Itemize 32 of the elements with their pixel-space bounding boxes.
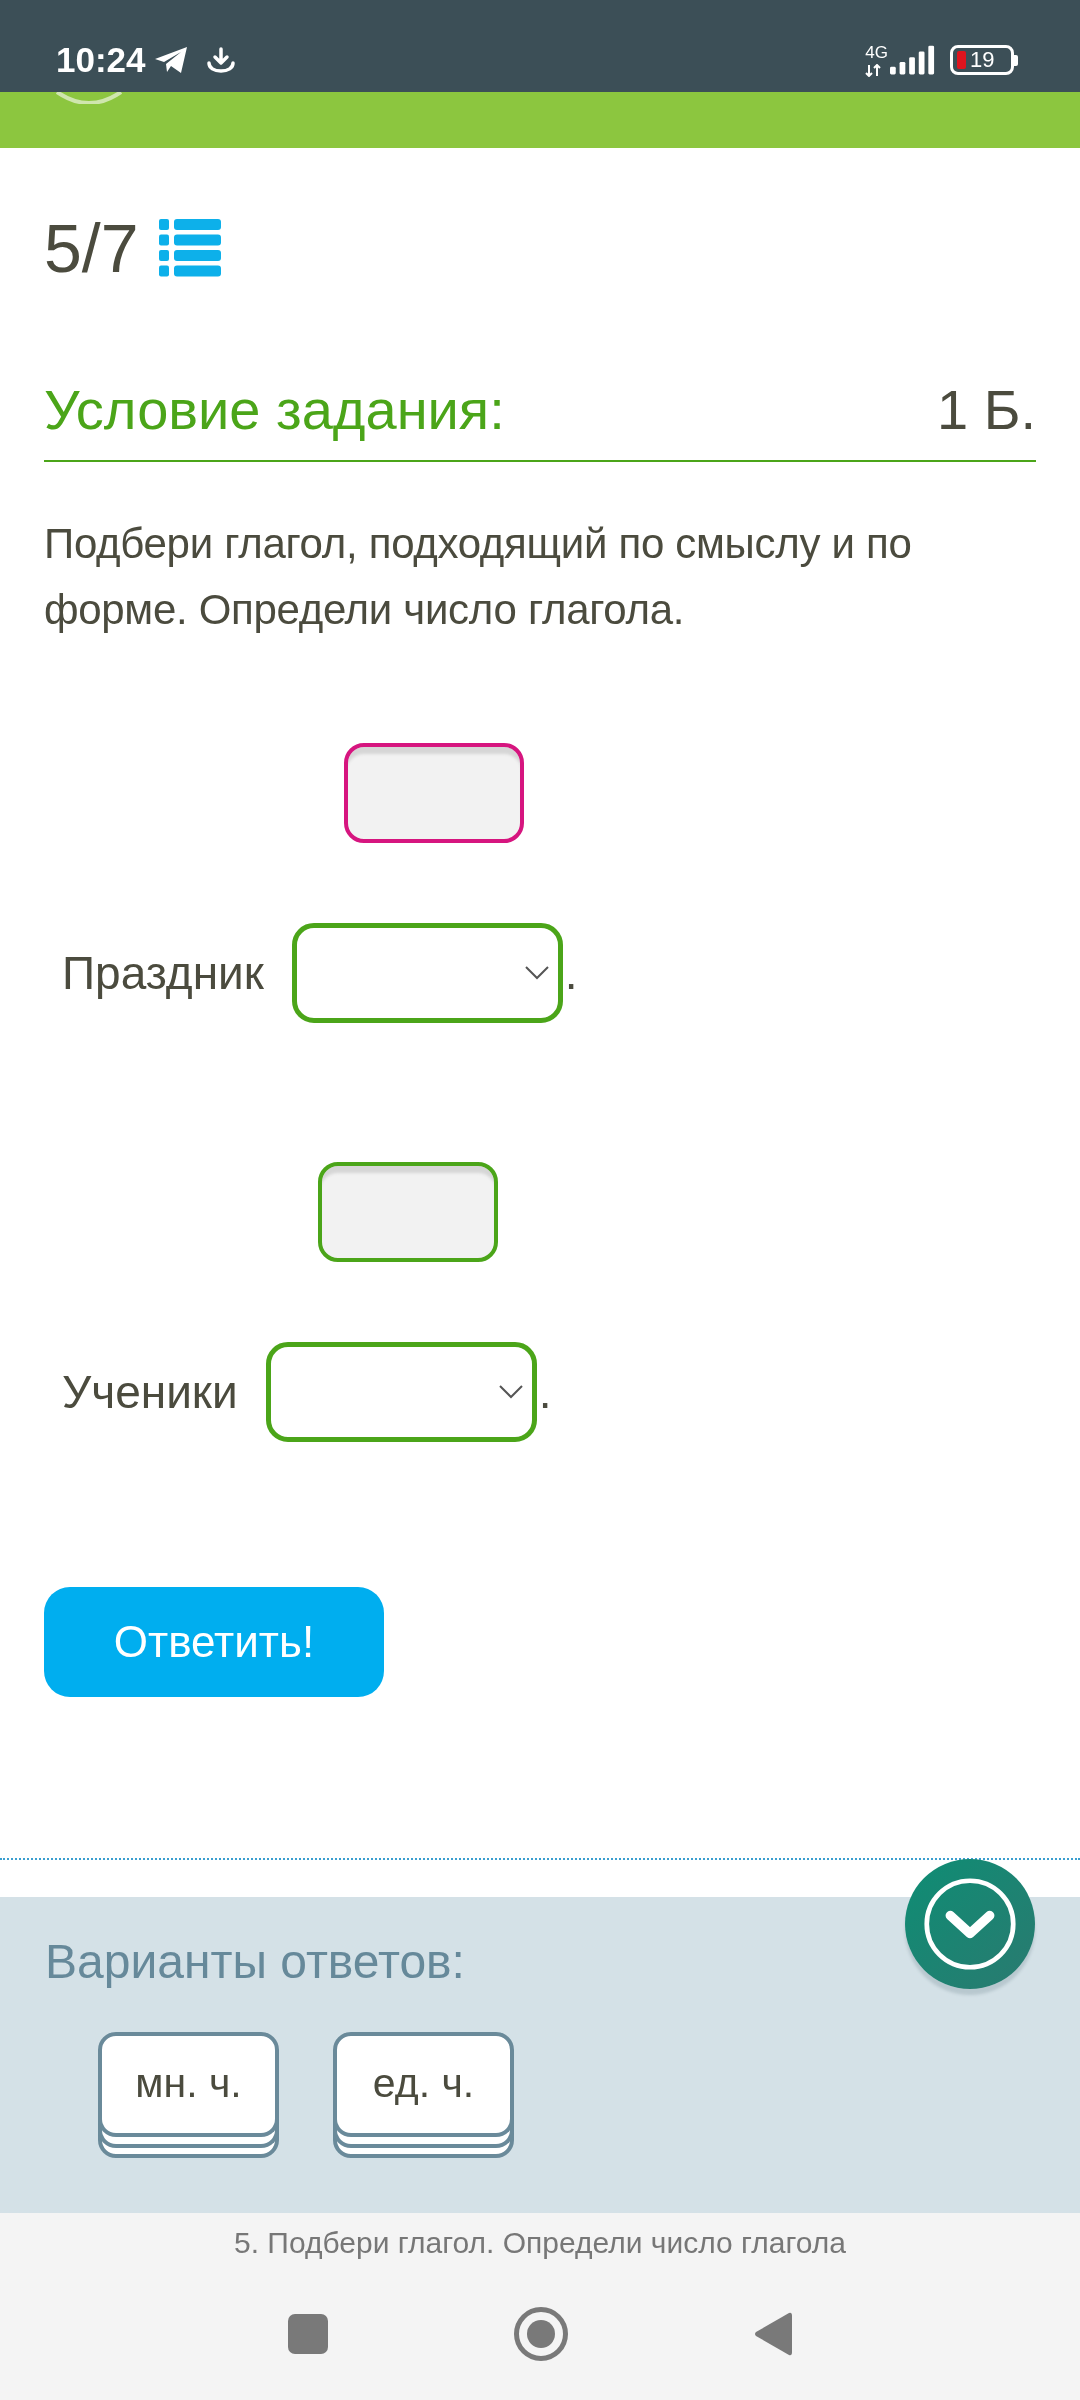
signal-bars-icon xyxy=(890,45,936,75)
clock-text: 10:24 xyxy=(56,40,146,80)
period-text: . xyxy=(538,1365,552,1420)
sentence-text: Праздник xyxy=(62,946,264,1001)
data-arrows-icon xyxy=(864,63,881,77)
battery-charge-icon xyxy=(957,51,966,69)
progress-counter: 5/7 xyxy=(44,209,139,288)
answer-option-chip[interactable]: ед. ч. xyxy=(333,2032,514,2158)
section-title: Условие задания: xyxy=(44,377,505,443)
instruction-text: Подбери глагол, подходящий по смыслу и по форме. Определи число глагола. xyxy=(44,519,913,635)
answer-box[interactable] xyxy=(344,743,525,843)
list-icon[interactable] xyxy=(158,219,221,277)
back-icon[interactable] xyxy=(754,2311,792,2357)
options-title: Варианты ответов: xyxy=(45,1934,466,1990)
caption-text: 5. Подбери глагол. Определи число глагола xyxy=(234,2226,846,2260)
square-icon[interactable] xyxy=(288,2314,328,2354)
chevron-down-icon xyxy=(524,966,549,980)
answer-box[interactable] xyxy=(318,1162,499,1262)
answer-option-chip[interactable]: мн. ч. xyxy=(98,2032,279,2158)
download-icon xyxy=(205,47,236,73)
network-type-text: 4G xyxy=(865,43,888,62)
dropdown-field[interactable] xyxy=(291,923,563,1023)
dropdown-field[interactable] xyxy=(265,1342,537,1442)
chevron-down-circle-icon xyxy=(923,1877,1017,1971)
chevron-down-icon xyxy=(498,1385,523,1399)
period-text: . xyxy=(564,946,578,1001)
battery-level-text: 19 xyxy=(970,48,995,72)
paper-plane-icon xyxy=(153,46,188,74)
points-text: 1 Б. xyxy=(937,377,1036,443)
sentence-text: Ученики xyxy=(62,1365,238,1420)
arc-icon xyxy=(55,92,123,104)
circle-dot-icon[interactable] xyxy=(514,2307,568,2361)
